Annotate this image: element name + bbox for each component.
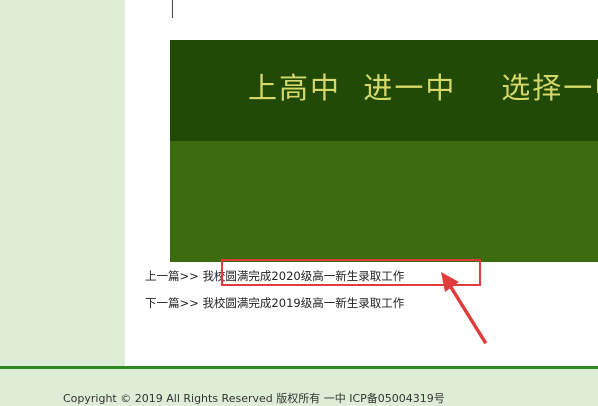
promo-banner-image: 上高中 进一中 选择一中: [170, 40, 598, 262]
footer-copyright: Copyright © 2019 All Rights Reserved 版权所…: [63, 392, 445, 405]
banner-slogan: 上高中 进一中 选择一中: [248, 71, 598, 105]
content-divider: [172, 0, 173, 18]
next-article-label: 下一篇>>: [145, 296, 199, 310]
next-article-link[interactable]: 下一篇>> 我校圆满完成2019级高一新生录取工作: [145, 296, 404, 310]
annotation-arrow-icon: [441, 272, 487, 344]
footer-divider: [0, 366, 598, 369]
next-article-title[interactable]: 我校圆满完成2019级高一新生录取工作: [202, 296, 404, 310]
prev-article-label: 上一篇>>: [145, 269, 199, 283]
